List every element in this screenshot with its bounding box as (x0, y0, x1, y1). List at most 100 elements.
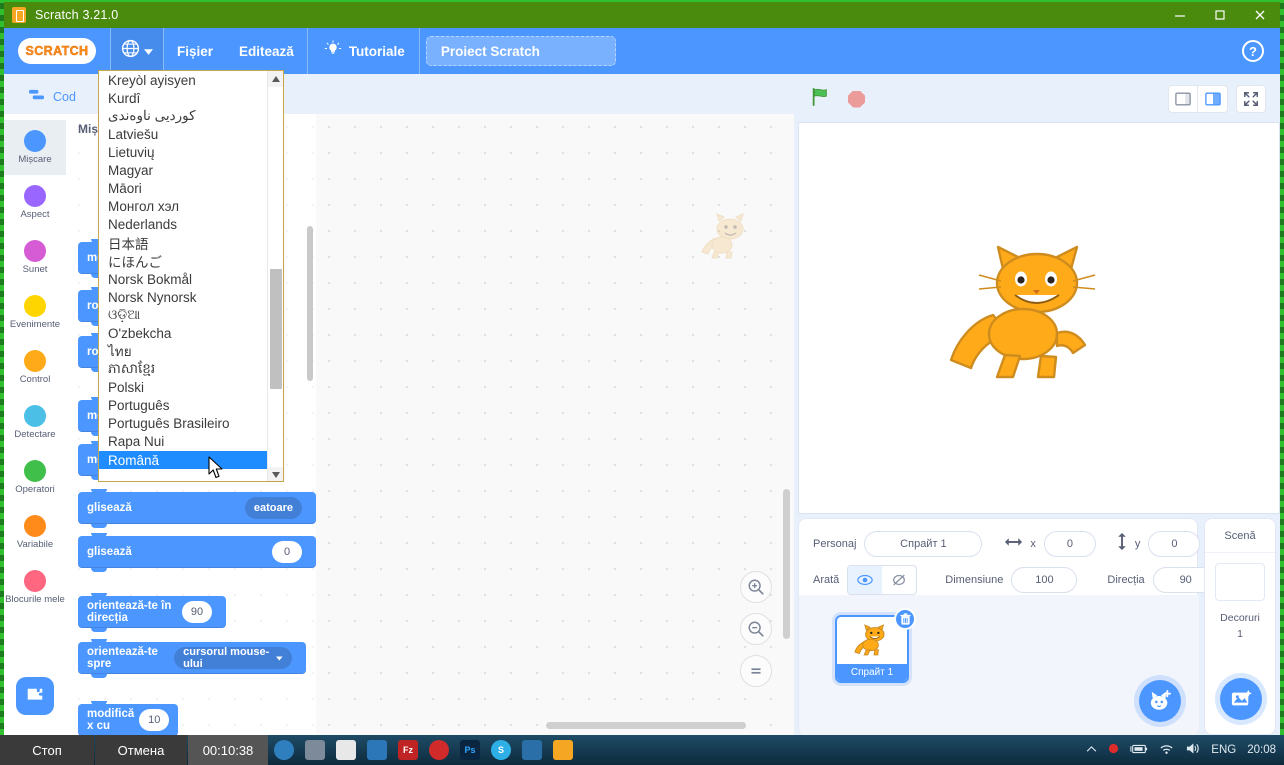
palette-block-glide-to-dropdown[interactable]: eatoare (244, 497, 302, 519)
category-control[interactable]: Control (4, 340, 66, 395)
palette-block-change-x[interactable]: modifică x cu 10 (78, 701, 178, 735)
minimize-button[interactable] (1160, 2, 1200, 28)
code-workspace[interactable] (316, 114, 794, 735)
language-option[interactable]: Rapa Nui (99, 433, 269, 451)
eye-slash-icon[interactable] (882, 566, 916, 594)
language-option[interactable]: Монгол хэл (99, 198, 269, 216)
language-option[interactable]: Norsk Nynorsk (99, 288, 269, 306)
browser-icon[interactable] (274, 740, 294, 760)
project-name-input[interactable]: Proiect Scratch (425, 36, 616, 66)
stop-icon[interactable] (848, 90, 865, 108)
sprite-y-input[interactable]: 0 (1148, 531, 1201, 557)
palette-block-point-direction[interactable]: orientează-te în direcția 90 (78, 593, 226, 632)
record-dot-icon[interactable] (1108, 743, 1119, 757)
tab-code[interactable]: Cod (12, 80, 92, 114)
taskbar-cancel-button[interactable]: Отмена (95, 735, 187, 765)
add-sprite-icon[interactable] (1139, 680, 1181, 722)
zoom-in-icon[interactable] (740, 571, 772, 603)
stage-canvas[interactable] (798, 122, 1280, 514)
sprite-size-input[interactable]: 100 (1011, 567, 1078, 593)
category-sensing[interactable]: Detectare (4, 395, 66, 450)
workspace-horizontal-scrollbar[interactable] (546, 722, 746, 729)
palette-block-point-towards-dropdown[interactable]: cursorul mouse-ului (174, 646, 292, 670)
notepad-icon[interactable] (336, 740, 356, 760)
scroll-down-arrow-icon[interactable] (268, 467, 283, 481)
palette-scrollbar[interactable] (307, 226, 313, 381)
filezilla-icon[interactable]: Fz (398, 740, 418, 760)
eye-icon[interactable] (848, 566, 883, 594)
media-icon[interactable] (367, 740, 387, 760)
sprite-name-input[interactable]: Спрайт 1 (864, 531, 983, 557)
palette-block-glide-to[interactable]: glisează eatoare (78, 489, 316, 528)
large-stage-icon[interactable] (1198, 85, 1228, 113)
zoom-out-icon[interactable] (740, 613, 772, 645)
fullscreen-icon[interactable] (1236, 85, 1266, 113)
sprite-card[interactable]: Спрайт 1 (835, 608, 916, 683)
language-option[interactable]: ଓଡ଼ିଆ (99, 306, 269, 324)
language-option[interactable]: 日本語 (99, 234, 269, 252)
category-events[interactable]: Evenimente (4, 285, 66, 340)
language-option[interactable]: Polski (99, 379, 269, 397)
language-option-selected[interactable]: Română (99, 450, 269, 470)
stage-sprite-cat[interactable] (945, 241, 1135, 391)
language-option[interactable]: Māori (99, 180, 269, 198)
language-menu-button[interactable] (111, 28, 163, 74)
language-dropdown-scrollbar[interactable] (267, 71, 283, 481)
stage-backdrop-thumbnail[interactable] (1215, 563, 1265, 601)
add-extension-button[interactable] (16, 677, 54, 715)
language-option[interactable]: Kurdî (99, 89, 269, 107)
category-variables[interactable]: Variabile (4, 505, 66, 560)
shield-icon[interactable] (522, 740, 542, 760)
palette-block-glide-xy-value[interactable]: 0 (272, 541, 302, 563)
skype-icon[interactable]: S (491, 740, 511, 760)
language-option[interactable]: ไทย (99, 342, 269, 360)
menu-file[interactable]: Fișier (164, 28, 226, 74)
category-motion[interactable]: Mișcare (4, 120, 66, 175)
small-stage-icon[interactable] (1168, 85, 1198, 113)
language-option[interactable]: Latviešu (99, 125, 269, 143)
language-option[interactable]: Magyar (99, 161, 269, 179)
palette-block-change-x-value[interactable]: 10 (139, 709, 170, 731)
language-option[interactable]: Português Brasileiro (99, 415, 269, 433)
category-my-blocks[interactable]: Blocurile mele (4, 560, 66, 615)
sprite-x-input[interactable]: 0 (1043, 531, 1096, 557)
workspace-vertical-scrollbar[interactable] (783, 489, 790, 639)
help-button[interactable]: ? (1242, 40, 1264, 62)
palette-block-point-direction-value[interactable]: 90 (182, 601, 212, 623)
battery-icon[interactable] (1130, 743, 1148, 758)
category-sound[interactable]: Sunet (4, 230, 66, 285)
wifi-icon[interactable] (1159, 743, 1174, 758)
language-option[interactable]: ភាសាខ្មែរ (99, 361, 269, 379)
palette-block-glide-xy[interactable]: glisează 0 (78, 533, 316, 572)
language-option[interactable]: Lietuvių (99, 143, 269, 161)
recorder-icon[interactable] (429, 740, 449, 760)
taskbar-clock[interactable]: 20:08 (1247, 744, 1276, 756)
photoshop-icon[interactable]: Ps (460, 740, 480, 760)
green-flag-icon[interactable] (810, 87, 830, 112)
palette-block-point-towards[interactable]: orientează-te spre cursorul mouse-ului (78, 639, 306, 678)
tutorials-button[interactable]: Tutoriale (308, 28, 419, 74)
category-operators[interactable]: Operatori (4, 450, 66, 505)
language-option[interactable]: にほんご (99, 252, 269, 270)
language-scrollbar-thumb[interactable] (270, 269, 282, 389)
trash-icon[interactable] (894, 608, 916, 630)
volume-icon[interactable] (1185, 742, 1200, 758)
chevron-up-icon[interactable] (1086, 744, 1097, 756)
taskbar-stop-button[interactable]: Стоп (0, 735, 94, 765)
language-dropdown[interactable]: Kreyòl ayisyen Kurdî كوردیی ناوەندی Latv… (98, 70, 284, 482)
close-button[interactable] (1240, 2, 1280, 28)
language-option[interactable]: Nederlands (99, 216, 269, 234)
scratch-taskbar-icon[interactable] (553, 740, 573, 760)
zoom-reset-icon[interactable] (740, 655, 772, 687)
maximize-button[interactable] (1200, 2, 1240, 28)
add-backdrop-icon[interactable] (1220, 678, 1262, 720)
language-option[interactable]: كوردیی ناوەندی (99, 107, 269, 125)
language-option[interactable]: Kreyòl ayisyen (99, 71, 269, 89)
scroll-up-arrow-icon[interactable] (268, 71, 283, 87)
menu-edit[interactable]: Editează (226, 28, 307, 74)
language-option[interactable]: Português (99, 397, 269, 415)
chart-icon[interactable] (305, 740, 325, 760)
taskbar-language[interactable]: ENG (1211, 744, 1236, 756)
category-looks[interactable]: Aspect (4, 175, 66, 230)
language-option[interactable]: Norsk Bokmål (99, 270, 269, 288)
